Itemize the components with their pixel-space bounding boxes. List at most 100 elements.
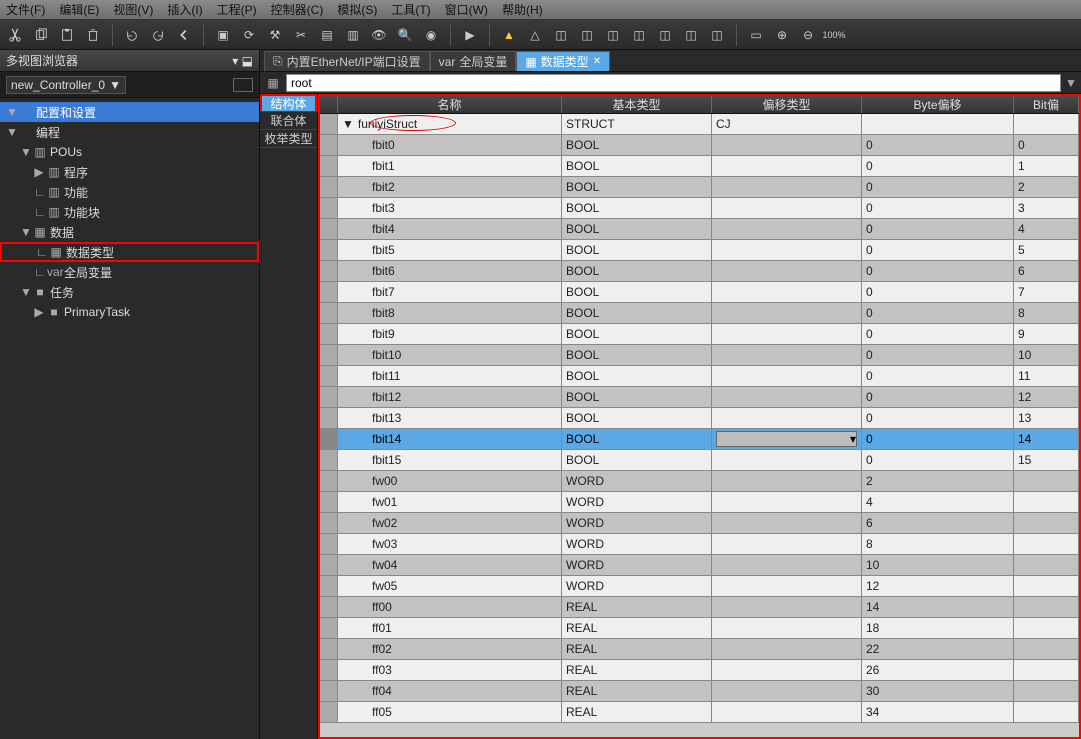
cell-byte-offset[interactable]: 22 bbox=[862, 639, 1014, 659]
cell-byte-offset[interactable]: 2 bbox=[862, 471, 1014, 491]
cell-offset-type[interactable] bbox=[712, 555, 862, 575]
col-byte-offset-header[interactable]: Byte偏移 bbox=[862, 96, 1014, 113]
panel-pin-icon[interactable]: ▾ ⬓ bbox=[232, 54, 253, 68]
tree-item-5[interactable]: ∟▥功能块 bbox=[0, 202, 259, 222]
watch-icon[interactable]: 👁 bbox=[368, 24, 390, 46]
cell-byte-offset[interactable]: 12 bbox=[862, 576, 1014, 596]
tree-item-10[interactable]: ▶■PrimaryTask bbox=[0, 302, 259, 322]
cell-bit-offset[interactable]: 10 bbox=[1014, 345, 1079, 365]
cell-byte-offset[interactable]: 0 bbox=[862, 324, 1014, 344]
cell-bit-offset[interactable]: 6 bbox=[1014, 261, 1079, 281]
cut-icon[interactable] bbox=[4, 24, 26, 46]
cell-bit-offset[interactable]: 0 bbox=[1014, 135, 1079, 155]
cell-base-type[interactable]: REAL bbox=[562, 702, 712, 722]
cell-byte-offset[interactable]: 34 bbox=[862, 702, 1014, 722]
cell-bit-offset[interactable] bbox=[1014, 702, 1079, 722]
cell-offset-type[interactable] bbox=[712, 597, 862, 617]
cell-base-type[interactable]: REAL bbox=[562, 618, 712, 638]
tree-item-0[interactable]: ▼配置和设置 bbox=[0, 102, 259, 122]
cell-base-type[interactable]: WORD bbox=[562, 534, 712, 554]
cell-bit-offset[interactable] bbox=[1014, 492, 1079, 512]
cell-name[interactable]: fbit12 bbox=[338, 387, 562, 407]
tree-item-7[interactable]: ∟▦数据类型 bbox=[0, 242, 259, 262]
tree-item-9[interactable]: ▼■任务 bbox=[0, 282, 259, 302]
cell-byte-offset[interactable]: 6 bbox=[862, 513, 1014, 533]
doc-tab-2[interactable]: ▦数据类型✕ bbox=[516, 51, 610, 71]
cell-base-type[interactable]: BOOL bbox=[562, 177, 712, 197]
col-offset-type-header[interactable]: 偏移类型 bbox=[712, 96, 862, 113]
member-row[interactable]: fbit9BOOL09 bbox=[320, 324, 1079, 345]
cell-base-type[interactable]: BOOL bbox=[562, 450, 712, 470]
cell-base-type[interactable]: BOOL bbox=[562, 408, 712, 428]
cell-bit-offset[interactable]: 8 bbox=[1014, 303, 1079, 323]
cell-byte-offset[interactable]: 4 bbox=[862, 492, 1014, 512]
zoom100-icon[interactable]: 100% bbox=[823, 24, 845, 46]
cell-offset-type[interactable] bbox=[712, 618, 862, 638]
cell-offset-type[interactable] bbox=[712, 492, 862, 512]
chip5-icon[interactable]: ◫ bbox=[654, 24, 676, 46]
cell-offset-type[interactable] bbox=[712, 366, 862, 386]
cell-name[interactable]: ff00 bbox=[338, 597, 562, 617]
cell-byte-offset[interactable]: 0 bbox=[862, 240, 1014, 260]
menu-item-0[interactable]: 文件(F) bbox=[6, 1, 45, 18]
cell-byte-offset[interactable] bbox=[862, 114, 1014, 134]
cell-bit-offset[interactable] bbox=[1014, 681, 1079, 701]
cell-name[interactable]: fbit11 bbox=[338, 366, 562, 386]
menu-item-7[interactable]: 工具(T) bbox=[391, 1, 430, 18]
cell-bit-offset[interactable] bbox=[1014, 555, 1079, 575]
member-row[interactable]: fw01WORD4 bbox=[320, 492, 1079, 513]
cell-offset-type[interactable] bbox=[712, 303, 862, 323]
cell-name[interactable]: ff01 bbox=[338, 618, 562, 638]
view3d-icon[interactable]: ▣ bbox=[212, 24, 234, 46]
cell-bit-offset[interactable]: 3 bbox=[1014, 198, 1079, 218]
member-row[interactable]: fw04WORD10 bbox=[320, 555, 1079, 576]
cell-base-type[interactable]: WORD bbox=[562, 576, 712, 596]
member-row[interactable]: fbit0BOOL00 bbox=[320, 135, 1079, 156]
member-row[interactable]: fbit14BOOL▾014 bbox=[320, 429, 1079, 450]
tree-item-4[interactable]: ∟▥功能 bbox=[0, 182, 259, 202]
expand-icon[interactable]: ▼ bbox=[342, 117, 354, 131]
cell-base-type[interactable]: BOOL bbox=[562, 345, 712, 365]
cell-base-type[interactable]: BOOL bbox=[562, 282, 712, 302]
cell-byte-offset[interactable]: 0 bbox=[862, 387, 1014, 407]
category-tab-0[interactable]: 结构体 bbox=[260, 94, 317, 112]
cell-base-type[interactable]: WORD bbox=[562, 555, 712, 575]
cell-name[interactable]: ff04 bbox=[338, 681, 562, 701]
category-tab-2[interactable]: 枚举类型 bbox=[260, 130, 317, 148]
cell-byte-offset[interactable]: 0 bbox=[862, 282, 1014, 302]
cell-byte-offset[interactable]: 0 bbox=[862, 135, 1014, 155]
col-bit-offset-header[interactable]: Bit偏 bbox=[1014, 96, 1079, 113]
cell-bit-offset[interactable]: 7 bbox=[1014, 282, 1079, 302]
filter-input[interactable] bbox=[286, 74, 1061, 92]
cell-bit-offset[interactable]: 4 bbox=[1014, 219, 1079, 239]
cell-base-type[interactable]: BOOL bbox=[562, 240, 712, 260]
cell-byte-offset[interactable]: 0 bbox=[862, 303, 1014, 323]
cell-offset-type[interactable] bbox=[712, 513, 862, 533]
cell-base-type[interactable]: BOOL bbox=[562, 366, 712, 386]
cell-base-type[interactable]: REAL bbox=[562, 639, 712, 659]
cell-byte-offset[interactable]: 18 bbox=[862, 618, 1014, 638]
col-name-header[interactable]: 名称 bbox=[338, 96, 562, 113]
tree-item-3[interactable]: ▶▥程序 bbox=[0, 162, 259, 182]
cell-offset-type[interactable] bbox=[712, 177, 862, 197]
cell-base-type[interactable]: WORD bbox=[562, 492, 712, 512]
cell-byte-offset[interactable]: 30 bbox=[862, 681, 1014, 701]
build-icon[interactable]: ⚒ bbox=[264, 24, 286, 46]
cell-byte-offset[interactable]: 14 bbox=[862, 597, 1014, 617]
cell-bit-offset[interactable]: 15 bbox=[1014, 450, 1079, 470]
menu-item-4[interactable]: 工程(P) bbox=[217, 1, 257, 18]
cell-byte-offset[interactable]: 26 bbox=[862, 660, 1014, 680]
cell-offset-type[interactable] bbox=[712, 324, 862, 344]
paste-icon[interactable] bbox=[56, 24, 78, 46]
cell-byte-offset[interactable]: 0 bbox=[862, 261, 1014, 281]
doc-tab-1[interactable]: var全局变量 bbox=[430, 51, 517, 71]
cell-offset-type[interactable] bbox=[712, 282, 862, 302]
member-row[interactable]: ff01REAL 18 bbox=[320, 618, 1079, 639]
member-row[interactable]: fbit1BOOL01 bbox=[320, 156, 1079, 177]
cell-name[interactable]: fbit10 bbox=[338, 345, 562, 365]
cell-byte-offset[interactable]: 0 bbox=[862, 198, 1014, 218]
member-row[interactable]: ff03REAL26 bbox=[320, 660, 1079, 681]
member-row[interactable]: fw03WORD8 bbox=[320, 534, 1079, 555]
doc-tab-0[interactable]: ⎘内置EtherNet/IP端口设置 bbox=[264, 51, 430, 71]
cell-name[interactable]: fbit3 bbox=[338, 198, 562, 218]
